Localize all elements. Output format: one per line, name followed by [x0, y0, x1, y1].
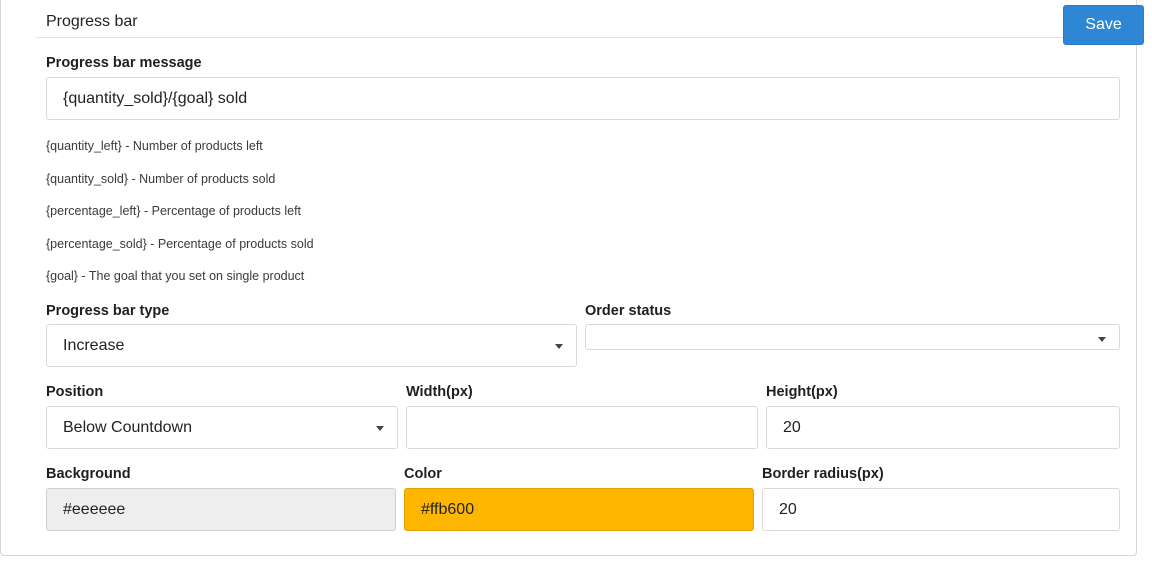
help-line-quantity-sold: {quantity_sold} - Number of products sol… — [46, 172, 276, 186]
width-input[interactable] — [406, 406, 758, 449]
message-label: Progress bar message — [46, 55, 202, 71]
title-divider — [36, 37, 1136, 38]
section-title: Progress bar — [46, 13, 138, 30]
border-radius-label: Border radius(px) — [762, 466, 884, 482]
chevron-down-icon — [555, 343, 563, 349]
save-button[interactable]: Save — [1063, 5, 1144, 45]
message-input-value: {quantity_sold}/{goal} sold — [63, 89, 248, 107]
help-line-goal: {goal} - The goal that you set on single… — [46, 269, 305, 283]
background-color-input[interactable]: #eeeeee — [46, 488, 396, 531]
message-input[interactable]: {quantity_sold}/{goal} sold — [46, 77, 1120, 120]
width-label: Width(px) — [406, 384, 473, 400]
position-select[interactable]: Below Countdown — [46, 406, 398, 449]
type-select-value: Increase — [63, 336, 125, 354]
order-status-select[interactable] — [585, 324, 1120, 350]
color-value: #ffb600 — [421, 500, 475, 518]
background-label: Background — [46, 466, 131, 482]
order-status-label: Order status — [585, 303, 672, 319]
color-input[interactable]: #ffb600 — [404, 488, 754, 531]
border-radius-input[interactable]: 20 — [762, 488, 1120, 531]
height-label: Height(px) — [766, 384, 838, 400]
color-label: Color — [404, 466, 442, 482]
border-radius-value: 20 — [779, 500, 797, 518]
chevron-down-icon — [1098, 337, 1106, 342]
type-select[interactable]: Increase — [46, 324, 577, 367]
help-line-percentage-left: {percentage_left} - Percentage of produc… — [46, 204, 302, 218]
position-label: Position — [46, 384, 104, 400]
background-color-value: #eeeeee — [63, 500, 126, 518]
help-line-percentage-sold: {percentage_sold} - Percentage of produc… — [46, 237, 314, 251]
type-label: Progress bar type — [46, 303, 170, 319]
chevron-down-icon — [376, 425, 384, 431]
position-select-value: Below Countdown — [63, 418, 192, 436]
help-line-quantity-left: {quantity_left} - Number of products lef… — [46, 139, 263, 153]
height-input-value: 20 — [783, 418, 801, 436]
height-input[interactable]: 20 — [766, 406, 1120, 449]
